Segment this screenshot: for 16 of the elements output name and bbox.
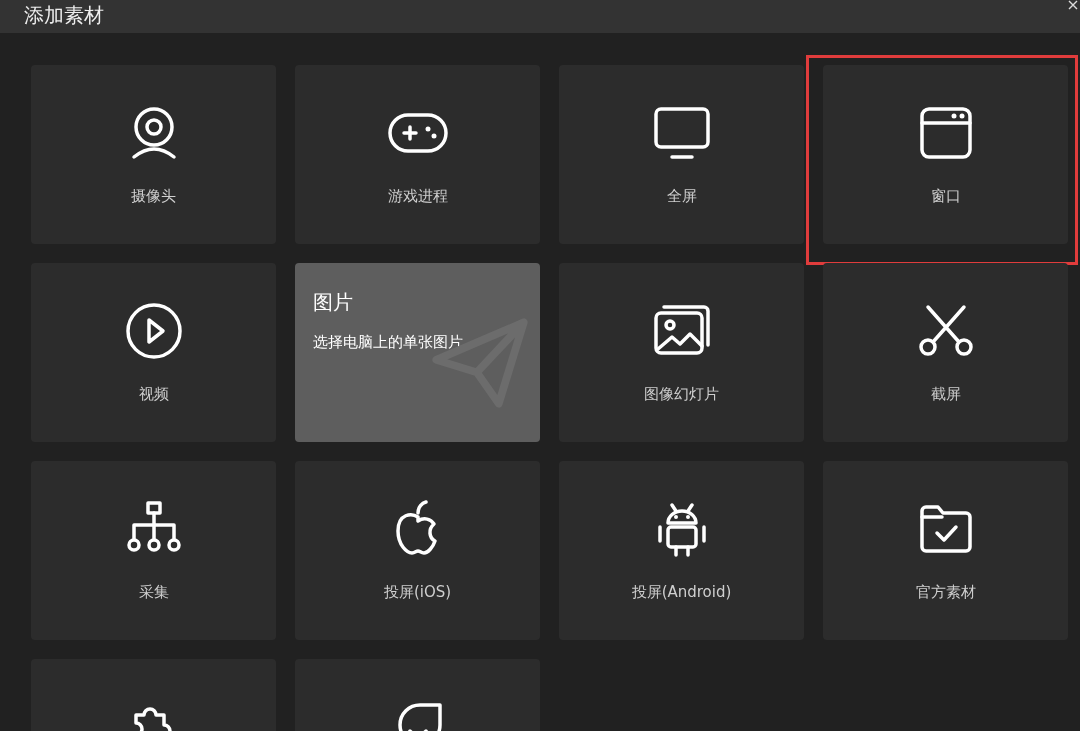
window-title: 添加素材: [23, 2, 104, 29]
source-tile[interactable]: 投屏(Android): [559, 461, 804, 640]
source-tile[interactable]: 游戏进程: [295, 65, 540, 244]
source-tile[interactable]: 图像幻灯片: [559, 263, 804, 442]
source-tile[interactable]: 图片 选择电脑上的单张图片: [295, 263, 540, 442]
source-tile[interactable]: 投屏(iOS): [295, 461, 540, 640]
source-tile[interactable]: 官方素材: [823, 461, 1068, 640]
source-tile[interactable]: 采集: [31, 461, 276, 640]
source-tile[interactable]: 视频: [31, 263, 276, 442]
source-tile[interactable]: 截屏: [823, 263, 1068, 442]
close-icon[interactable]: [1068, 0, 1078, 10]
tile-title: 图片: [313, 289, 353, 316]
tile-description: 选择电脑上的单张图片: [313, 332, 463, 353]
source-tile[interactable]: 窗口: [823, 65, 1068, 244]
source-tile[interactable]: 摄像头: [31, 65, 276, 244]
source-tile[interactable]: 全屏: [559, 65, 804, 244]
